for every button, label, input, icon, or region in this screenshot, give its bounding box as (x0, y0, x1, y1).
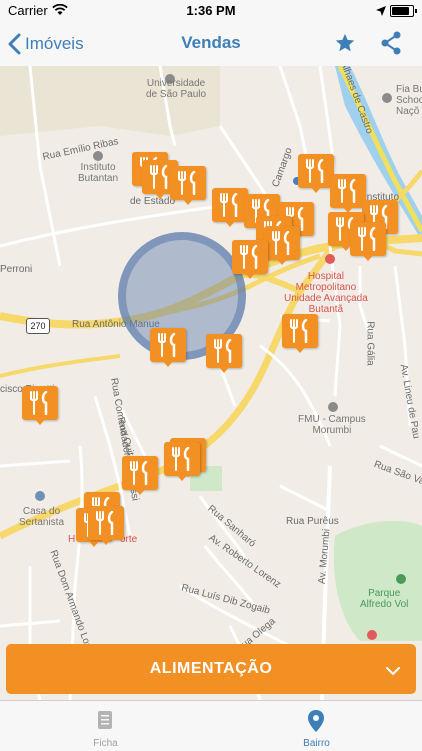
restaurant-marker[interactable] (170, 166, 206, 206)
map-label: Instituto Butantan (78, 162, 119, 184)
restaurant-marker[interactable] (330, 174, 366, 214)
clock: 1:36 PM (186, 3, 236, 18)
route-shield: 270 (26, 318, 50, 334)
map-label: Perroni (0, 264, 33, 275)
fork-knife-icon (130, 461, 148, 485)
fork-knife-icon (272, 231, 290, 255)
fork-knife-icon (290, 319, 308, 343)
restaurant-marker[interactable] (122, 456, 158, 496)
fork-knife-icon (30, 391, 48, 415)
map-label: Universidade de São Paulo (146, 78, 207, 100)
status-bar: Carrier 1:36 PM (0, 0, 422, 22)
map-label: Rua Gália (364, 321, 376, 366)
category-dropdown-button[interactable]: ALIMENTAÇÃO (6, 644, 416, 694)
restaurant-marker[interactable] (282, 314, 318, 354)
map-label: FMU - Campus Morumbi (298, 414, 366, 436)
restaurant-marker[interactable] (88, 506, 124, 546)
star-icon[interactable] (334, 32, 356, 59)
location-arrow-icon (376, 4, 386, 19)
map-pin-icon (306, 709, 326, 738)
category-label: ALIMENTAÇÃO (149, 660, 273, 677)
tab-ficha[interactable]: Ficha (0, 701, 211, 751)
map-label: Parque Alfredo Vol (360, 588, 409, 610)
restaurant-marker[interactable] (298, 154, 334, 194)
page-title: Vendas (181, 33, 241, 52)
fork-knife-icon (338, 179, 356, 203)
document-icon (95, 709, 115, 736)
battery-icon (390, 5, 417, 17)
map-label: Rua Purêus (286, 516, 339, 527)
restaurant-marker[interactable] (206, 334, 242, 374)
map-label: H (68, 534, 76, 545)
fork-knife-icon (150, 165, 168, 189)
tab-label: Ficha (93, 738, 118, 749)
fork-knife-icon (306, 159, 324, 183)
map-base (0, 66, 422, 700)
fork-knife-icon (96, 511, 114, 535)
tab-label: Bairro (303, 738, 330, 749)
navigation-bar: Imóveis Vendas (0, 22, 422, 67)
map-view[interactable]: Universidade de São Paulo Instituto Butant… (0, 66, 422, 700)
restaurant-marker[interactable] (22, 386, 58, 426)
fork-knife-icon (358, 227, 376, 251)
tab-bairro[interactable]: Bairro (211, 701, 422, 751)
restaurant-marker[interactable] (264, 226, 300, 266)
fork-knife-icon (240, 245, 258, 269)
restaurant-marker[interactable] (232, 240, 268, 280)
map-label: Fia BuSchooNaçõ (396, 84, 422, 117)
restaurant-marker[interactable] (164, 442, 200, 482)
fork-knife-icon (172, 447, 190, 471)
fork-knife-icon (158, 333, 176, 357)
map-label: Casa do Sertanista (19, 506, 65, 528)
share-icon[interactable] (380, 31, 402, 60)
restaurant-marker[interactable] (212, 188, 248, 228)
fork-knife-icon (220, 193, 238, 217)
map-label: Hospital Metropolitano Unidade Avançada But… (284, 271, 368, 315)
tab-bar: Ficha Bairro (0, 700, 422, 751)
fork-knife-icon (214, 339, 232, 363)
chevron-down-icon (386, 663, 400, 681)
restaurant-marker[interactable] (150, 328, 186, 368)
restaurant-marker[interactable] (350, 222, 386, 262)
fork-knife-icon (178, 171, 196, 195)
